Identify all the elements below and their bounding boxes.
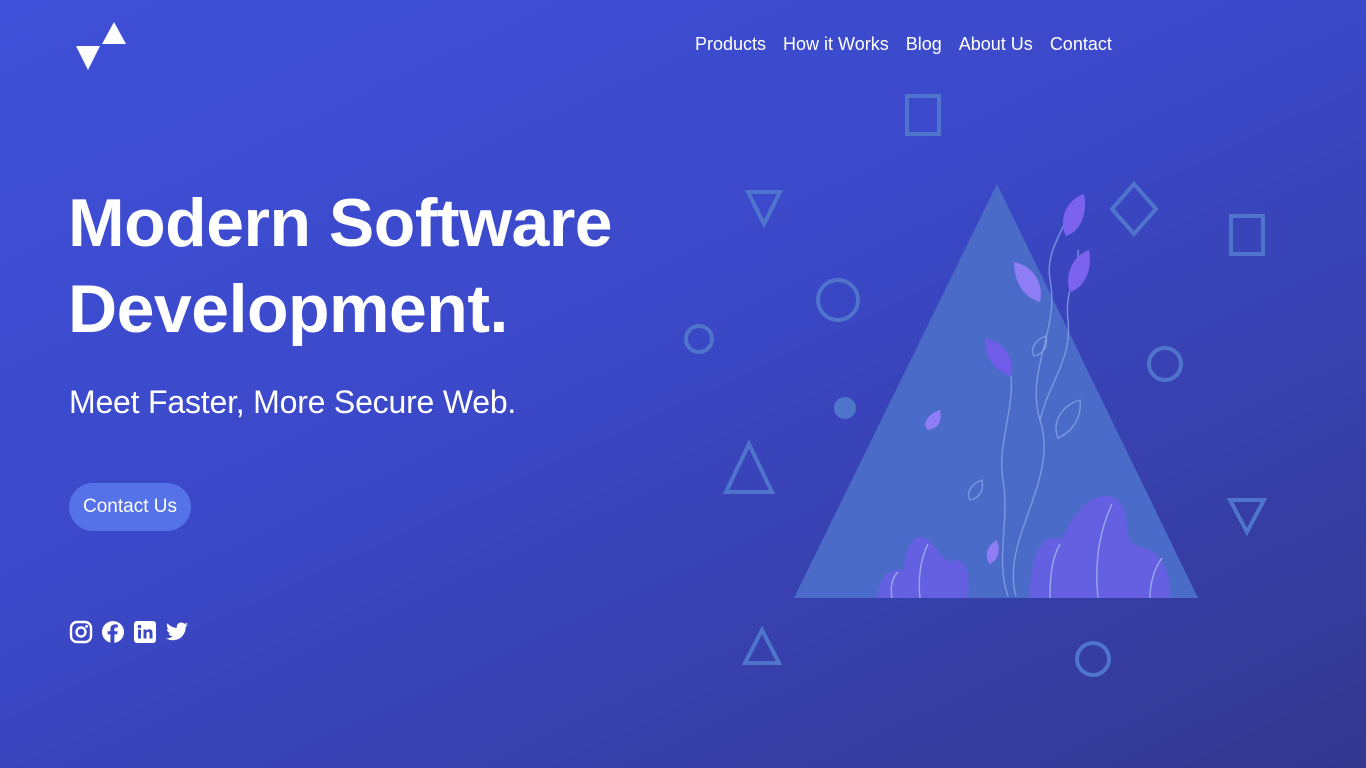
circle-shape <box>1075 641 1111 677</box>
triangle-shape <box>1226 498 1268 537</box>
big-triangle-shape <box>794 184 1198 598</box>
triangle-shape <box>744 190 784 229</box>
twitter-icon[interactable] <box>165 620 189 644</box>
square-shape <box>1229 214 1265 256</box>
social-links <box>69 620 189 644</box>
dot-shape <box>834 397 856 419</box>
linkedin-icon[interactable] <box>133 620 157 644</box>
nav-about-us[interactable]: About Us <box>959 34 1033 55</box>
facebook-icon[interactable] <box>101 620 125 644</box>
triangle-shape <box>741 625 783 665</box>
logo-icon[interactable] <box>74 20 128 72</box>
nav-how-it-works[interactable]: How it Works <box>783 34 889 55</box>
instagram-icon[interactable] <box>69 620 93 644</box>
circle-shape <box>1147 346 1183 382</box>
hero-illustration <box>684 94 1268 677</box>
hero-subtitle: Meet Faster, More Secure Web. <box>69 384 517 420</box>
nav-contact[interactable]: Contact <box>1050 34 1112 55</box>
circle-shape <box>684 324 714 354</box>
triangle-shape <box>722 439 776 494</box>
hero-title-line-1: Modern Software <box>68 185 613 261</box>
hero-title-line-2: Development. <box>68 271 508 347</box>
hero-title: Modern Software Development. <box>68 180 613 352</box>
square-shape <box>905 94 941 136</box>
nav-products[interactable]: Products <box>695 34 766 55</box>
main-nav: Products How it Works Blog About Us Cont… <box>695 34 1129 55</box>
nav-blog[interactable]: Blog <box>906 34 942 55</box>
diamond-shape <box>1109 180 1159 238</box>
contact-us-button[interactable]: Contact Us <box>69 483 191 531</box>
circle-shape <box>816 278 860 322</box>
